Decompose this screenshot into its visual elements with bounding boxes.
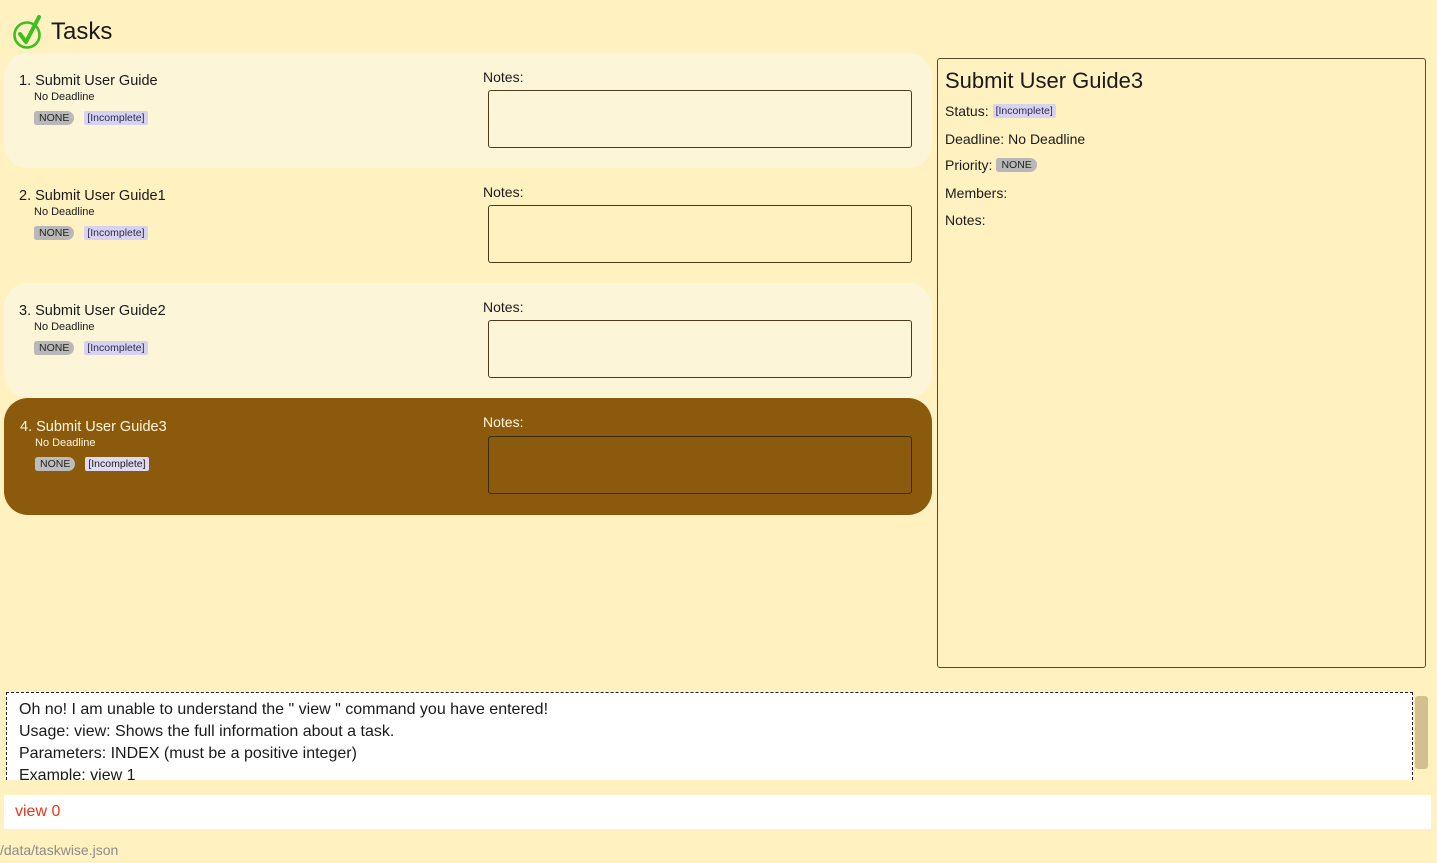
detail-deadline-label: Deadline:	[945, 131, 1005, 147]
task-title: 2. Submit User Guide1	[19, 188, 166, 204]
task-deadline: No Deadline	[34, 91, 95, 103]
app-header: Tasks	[12, 14, 112, 50]
notes-field[interactable]	[488, 90, 912, 148]
detail-members-label: Members:	[945, 185, 1008, 201]
priority-tag: NONE	[35, 457, 76, 471]
notes-label: Notes:	[483, 69, 524, 85]
result-line: Parameters: INDEX (must be a positive in…	[19, 745, 357, 762]
task-card-selected[interactable]: 4. Submit User Guide3 No Deadline NONE […	[4, 398, 932, 515]
priority-tag: NONE	[34, 341, 75, 355]
task-detail-panel: Submit User Guide3 Status: [Incomplete] …	[937, 58, 1426, 668]
detail-priority-row: Priority: NONE	[945, 157, 1037, 173]
task-card[interactable]: 3. Submit User Guide2 No Deadline NONE […	[4, 283, 932, 398]
result-line: Example: view 1	[19, 767, 136, 780]
notes-label: Notes:	[483, 184, 524, 200]
detail-notes-row: Notes:	[945, 212, 985, 228]
task-title: 1. Submit User Guide	[19, 73, 158, 89]
detail-status-row: Status: [Incomplete]	[945, 103, 1056, 119]
status-badge: [Incomplete]	[84, 226, 148, 240]
status-badge: [Incomplete]	[84, 111, 148, 125]
detail-deadline-row: Deadline: No Deadline	[945, 131, 1085, 147]
priority-tag: NONE	[996, 158, 1037, 172]
task-deadline: No Deadline	[34, 321, 95, 333]
detail-notes-label: Notes:	[945, 212, 986, 228]
result-line: Oh no! I am unable to understand the " v…	[19, 701, 549, 718]
result-line: Usage: view: Shows the full information …	[19, 723, 395, 740]
notes-field[interactable]	[488, 205, 912, 263]
task-card[interactable]: 2. Submit User Guide1 No Deadline NONE […	[4, 168, 932, 283]
command-text: view 0	[15, 803, 61, 820]
detail-members-row: Members:	[945, 185, 1007, 201]
status-badge: [Incomplete]	[84, 341, 148, 355]
priority-tag: NONE	[34, 226, 75, 240]
task-deadline: No Deadline	[35, 437, 96, 449]
task-deadline: No Deadline	[34, 206, 95, 218]
checkmark-icon	[13, 15, 41, 49]
task-card[interactable]: 1. Submit User Guide No Deadline NONE [I…	[4, 53, 932, 168]
result-scrollbar[interactable]	[1415, 696, 1428, 769]
notes-label: Notes:	[483, 414, 524, 430]
notes-field[interactable]	[488, 436, 912, 494]
command-input[interactable]: view 0	[4, 795, 1431, 829]
task-title: 4. Submit User Guide3	[20, 419, 167, 435]
result-display[interactable]: Oh no! I am unable to understand the " v…	[6, 692, 1413, 780]
notes-field[interactable]	[488, 320, 912, 378]
detail-title: Submit User Guide3	[945, 68, 1144, 93]
task-list[interactable]: 1. Submit User Guide No Deadline NONE [I…	[4, 53, 932, 515]
priority-tag: NONE	[34, 111, 75, 125]
detail-status-label: Status:	[945, 103, 989, 119]
detail-priority-label: Priority:	[945, 157, 993, 173]
notes-label: Notes:	[483, 299, 524, 315]
task-title: 3. Submit User Guide2	[19, 303, 166, 319]
detail-deadline-value: No Deadline	[1008, 131, 1086, 147]
status-bar-path: /data/taskwise.json	[0, 842, 119, 858]
status-badge: [Incomplete]	[992, 104, 1056, 118]
status-badge: [Incomplete]	[85, 457, 149, 471]
page-title: Tasks	[51, 18, 113, 45]
